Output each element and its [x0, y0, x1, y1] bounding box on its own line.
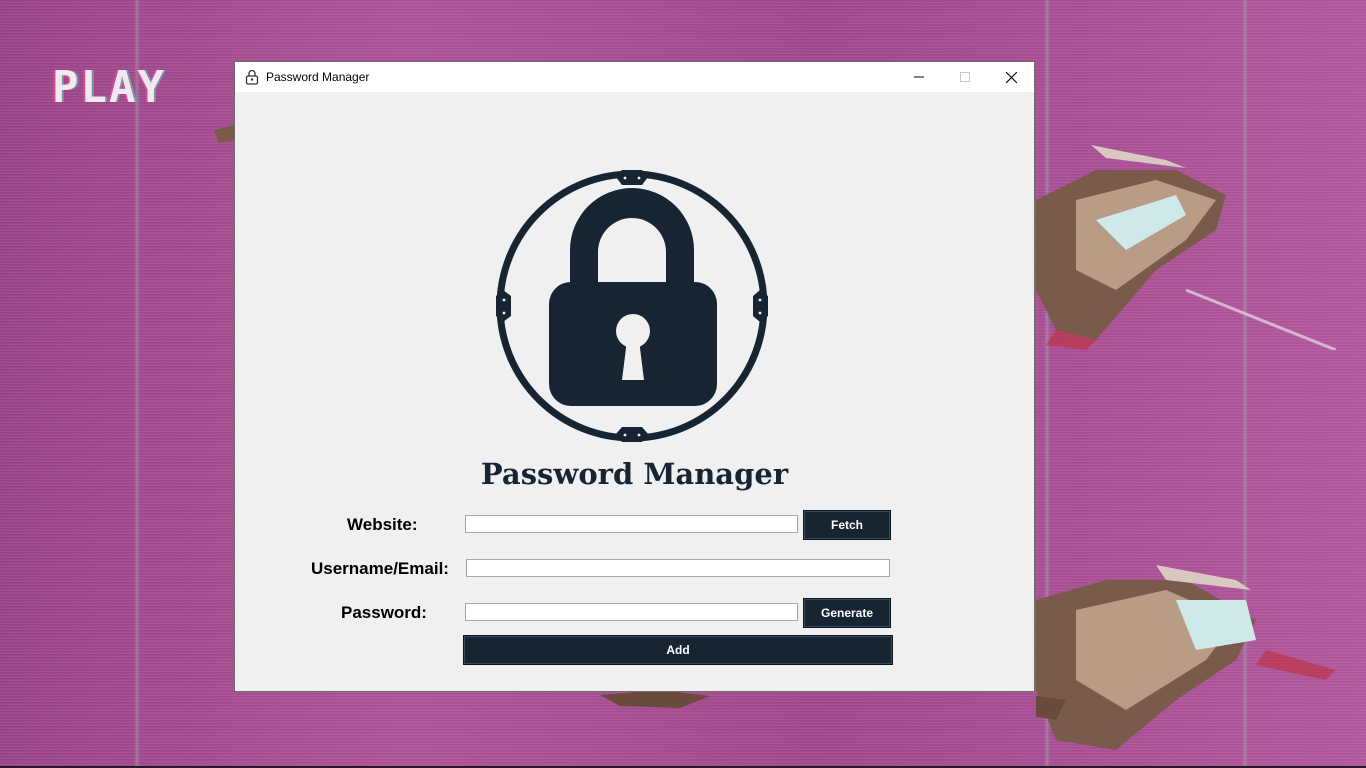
- glitch-line: [134, 0, 140, 768]
- window-title: Password Manager: [266, 70, 370, 84]
- app-heading: Password Manager: [480, 457, 789, 491]
- maximize-icon: [960, 72, 970, 82]
- website-label: Website:: [347, 515, 418, 534]
- minimize-button[interactable]: [896, 62, 942, 92]
- lock-icon: [244, 69, 260, 85]
- close-icon: [1005, 71, 1017, 83]
- fetch-button[interactable]: Fetch: [803, 510, 891, 540]
- close-button[interactable]: [988, 62, 1034, 92]
- username-email-label: Username/Email:: [311, 559, 449, 578]
- jet-image: [214, 125, 236, 143]
- add-button[interactable]: Add: [463, 635, 893, 665]
- jet-image: [600, 690, 710, 708]
- generate-password-button[interactable]: Generate: [803, 598, 891, 628]
- website-input[interactable]: [465, 515, 798, 533]
- minimize-icon: [914, 76, 924, 78]
- username-email-input[interactable]: [466, 559, 890, 577]
- play-overlay-text: PLAY: [52, 62, 166, 113]
- jet-image: [1036, 145, 1336, 350]
- padlock-logo-icon: [496, 170, 768, 442]
- app-window: Password Manager Password Manager Websit…: [234, 61, 1035, 692]
- password-input[interactable]: [465, 603, 798, 621]
- maximize-button[interactable]: [942, 62, 988, 92]
- password-label: Password:: [341, 603, 427, 622]
- jet-image: [1036, 565, 1336, 750]
- window-titlebar[interactable]: Password Manager: [235, 62, 1034, 92]
